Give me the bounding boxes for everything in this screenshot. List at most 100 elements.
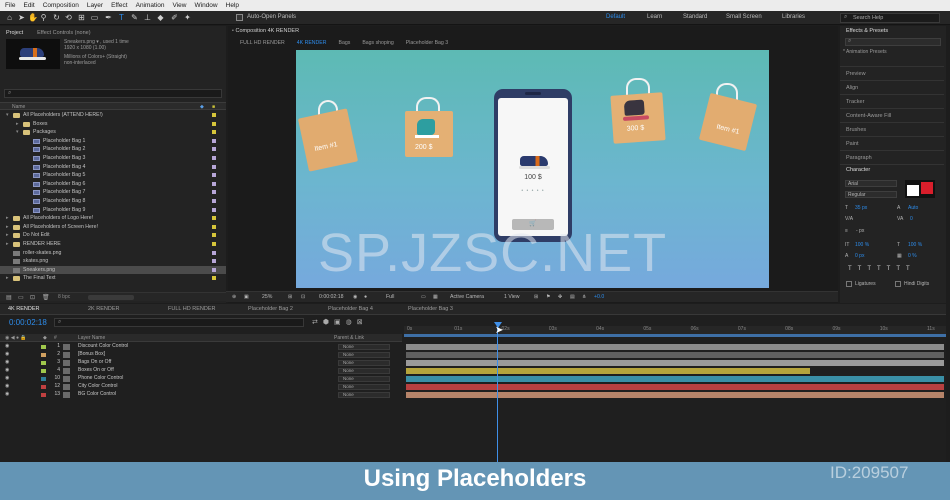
- layer-duration-bar[interactable]: [406, 368, 810, 374]
- layer-search-input[interactable]: ⌕: [54, 318, 304, 327]
- menu-window[interactable]: Window: [195, 2, 218, 9]
- expand-right-icon[interactable]: ▸: [6, 223, 9, 232]
- expand-down-icon[interactable]: ▾: [16, 128, 19, 137]
- clone-stamp-tool-icon[interactable]: ⊥: [143, 13, 152, 22]
- panel-content-aware-fill[interactable]: Content-Aware Fill: [846, 113, 891, 119]
- project-item[interactable]: ▾ All Placeholders (ATTEND HERE!): [0, 111, 226, 120]
- layer-name-column[interactable]: Layer Name: [78, 335, 105, 341]
- comp-tab[interactable]: FULL HD RENDER: [240, 40, 285, 46]
- parent-link-column[interactable]: Parent & Link: [334, 335, 364, 341]
- pan-behind-tool-icon[interactable]: ⊞: [77, 13, 86, 22]
- label-color-swatch[interactable]: [212, 216, 216, 221]
- view-options-icon[interactable]: ⊞: [534, 294, 538, 300]
- menu-animation[interactable]: Animation: [136, 2, 165, 9]
- comp-tab[interactable]: Bags: [338, 40, 350, 46]
- interpret-footage-icon[interactable]: ▤: [6, 294, 12, 301]
- label-color-swatch[interactable]: [41, 393, 46, 397]
- workspace-learn[interactable]: Learn: [647, 14, 662, 20]
- exposure-value[interactable]: +0.0: [594, 294, 604, 300]
- eye-icon[interactable]: ◉: [5, 375, 9, 383]
- label-color-swatch[interactable]: [212, 130, 216, 135]
- timeline-tab[interactable]: 4K RENDER: [8, 306, 39, 312]
- expand-right-icon[interactable]: ▸: [6, 240, 9, 249]
- vertical-scale-value[interactable]: 100 %: [855, 242, 869, 248]
- menu-layer[interactable]: Layer: [87, 2, 103, 9]
- label-color-swatch[interactable]: [212, 173, 216, 178]
- label-column-icon[interactable]: ◆: [200, 104, 204, 110]
- zoom-tool-icon[interactable]: ⚲: [39, 13, 48, 22]
- stroke-width-value[interactable]: - px: [856, 228, 864, 234]
- lock-icon[interactable]: ▪: [232, 28, 234, 34]
- project-item[interactable]: roller-skates.png: [0, 249, 226, 258]
- type-tool-icon[interactable]: T: [117, 13, 126, 22]
- project-item[interactable]: Placeholder Bag 7: [0, 188, 226, 197]
- layer-duration-bar[interactable]: [406, 376, 944, 382]
- eye-icon[interactable]: ◉: [5, 367, 9, 375]
- parent-dropdown[interactable]: None: [338, 376, 390, 382]
- label-color-swatch[interactable]: [41, 353, 46, 357]
- timeline-tab[interactable]: Placeholder Bag 4: [328, 306, 373, 312]
- project-item[interactable]: Placeholder Bag 1: [0, 137, 226, 146]
- label-color-swatch[interactable]: [212, 147, 216, 152]
- current-time-indicator[interactable]: [497, 326, 498, 466]
- project-search-input[interactable]: ⌕: [4, 89, 222, 98]
- layer-duration-bar[interactable]: [406, 352, 944, 358]
- timeline-icon[interactable]: ▤: [570, 294, 575, 300]
- layer-row[interactable]: ◉ 1 Discount Color Control None: [0, 343, 402, 351]
- timeline-tab[interactable]: FULL HD RENDER: [168, 306, 215, 312]
- column-name[interactable]: Name: [12, 104, 25, 110]
- region-of-interest-icon[interactable]: ▭: [421, 294, 426, 300]
- workspace-libraries[interactable]: Libraries: [782, 14, 805, 20]
- label-color-swatch[interactable]: [212, 207, 216, 212]
- auto-open-panels-checkbox[interactable]: [236, 14, 243, 21]
- tracking-value[interactable]: 0: [910, 216, 913, 222]
- label-color-swatch[interactable]: [212, 121, 216, 126]
- label-color-swatch[interactable]: [212, 267, 216, 272]
- view-layout-dropdown[interactable]: 1 View: [504, 294, 519, 300]
- label-color-swatch[interactable]: [41, 361, 46, 365]
- panel-align[interactable]: Align: [846, 85, 858, 91]
- font-size-value[interactable]: 35 px: [855, 205, 867, 211]
- layer-duration-bar[interactable]: [406, 360, 944, 366]
- rectangle-tool-icon[interactable]: ▭: [90, 13, 99, 22]
- project-item[interactable]: Placeholder Bag 6: [0, 180, 226, 189]
- eye-icon[interactable]: ◉: [5, 351, 9, 359]
- parent-dropdown[interactable]: None: [338, 392, 390, 398]
- label-color-swatch[interactable]: [212, 138, 216, 143]
- panel-tracker[interactable]: Tracker: [846, 99, 864, 105]
- home-icon[interactable]: ⌂: [5, 13, 14, 22]
- puppet-tool-icon[interactable]: ✦: [183, 13, 192, 22]
- layer-row[interactable]: ◉ 4 Boxes On or Off None: [0, 367, 402, 375]
- fast-previews-icon[interactable]: ⚑: [546, 294, 551, 300]
- layer-duration-bar[interactable]: [406, 344, 944, 350]
- comp-tab[interactable]: Placeholder Bag 3: [406, 40, 448, 46]
- bit-depth[interactable]: 8 bpc: [58, 294, 70, 300]
- always-preview-icon[interactable]: ▣: [244, 294, 249, 300]
- parent-dropdown[interactable]: None: [338, 352, 390, 358]
- menu-help[interactable]: Help: [226, 2, 239, 9]
- layer-name[interactable]: [Bonus Box]: [78, 351, 105, 359]
- layer-name[interactable]: Discount Color Control: [78, 343, 128, 351]
- color-picker[interactable]: [905, 180, 935, 198]
- pen-tool-icon[interactable]: ✒: [104, 13, 113, 22]
- timeline-tracks[interactable]: 0s 01s 02s 03s 04s 05s 06s 07s 08s 09s 10s 11s: [404, 326, 946, 466]
- layer-name[interactable]: Bags On or Off: [78, 359, 111, 367]
- hindi-digits-checkbox[interactable]: [895, 281, 901, 287]
- menu-composition[interactable]: Composition: [43, 2, 79, 9]
- effects-presets-title[interactable]: Effects & Presets: [846, 28, 888, 34]
- timeline-tab[interactable]: Placeholder Bag 3: [408, 306, 453, 312]
- project-item[interactable]: Placeholder Bag 4: [0, 163, 226, 172]
- leading-value[interactable]: Auto: [908, 205, 918, 211]
- timeline-tab[interactable]: 2K RENDER: [88, 306, 119, 312]
- time-ruler[interactable]: 0s 01s 02s 03s 04s 05s 06s 07s 08s 09s 10s 11s: [404, 326, 946, 334]
- label-color-swatch[interactable]: [212, 181, 216, 186]
- workspace-default[interactable]: Default: [606, 14, 625, 20]
- layer-duration-bar[interactable]: [406, 384, 944, 390]
- new-folder-icon[interactable]: ▭: [18, 294, 24, 301]
- label-color-swatch[interactable]: [212, 250, 216, 255]
- layer-row[interactable]: ◉ 13 BG Color Control None: [0, 391, 402, 399]
- transparency-grid-icon[interactable]: ▦: [433, 294, 438, 300]
- show-channel-icon[interactable]: ●: [364, 294, 367, 300]
- project-item[interactable]: ▸ The Final Text: [0, 274, 226, 283]
- comp-tab[interactable]: Bags shoping: [362, 40, 393, 46]
